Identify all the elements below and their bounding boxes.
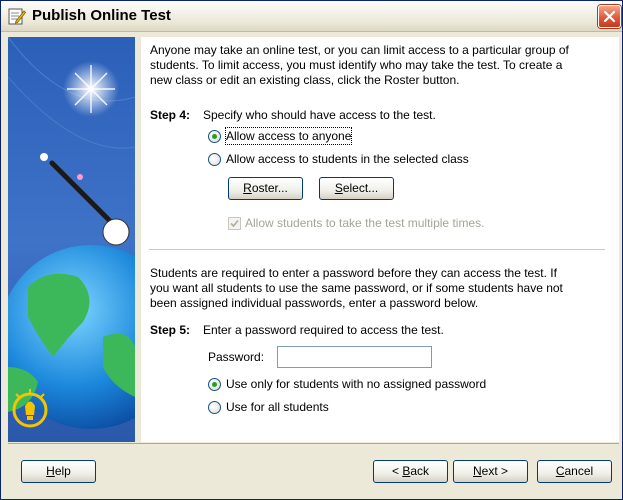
- help-label: elp: [54, 464, 71, 478]
- cancel-label: ancel: [564, 464, 594, 478]
- all-students-label[interactable]: Use for all students: [226, 399, 329, 415]
- intro-line-2: students. To limit access, you must iden…: [150, 58, 563, 72]
- window-title: Publish Online Test: [32, 7, 171, 24]
- allow-class-label[interactable]: Allow access to students in the selected…: [226, 151, 469, 167]
- password-intro-line-2: you want all students to use the same pa…: [150, 281, 563, 295]
- title-bar[interactable]: Publish Online Test: [1, 1, 622, 32]
- allow-anyone-label[interactable]: Allow access to anyone: [224, 127, 353, 145]
- all-students-radio[interactable]: [208, 401, 221, 414]
- no-assigned-password-label[interactable]: Use only for students with no assigned p…: [226, 376, 486, 392]
- cancel-button[interactable]: Cancel: [537, 460, 612, 483]
- intro-line-3: new class or edit an existing class, cli…: [150, 73, 460, 87]
- close-button[interactable]: [598, 5, 621, 28]
- select-hotkey: S: [334, 181, 343, 195]
- next-button[interactable]: Next >: [453, 460, 528, 483]
- step4-label: Step 4:: [150, 108, 191, 122]
- section-divider: [149, 249, 605, 250]
- step4-text: Specify who should have access to the te…: [203, 108, 436, 122]
- intro-line-1: Anyone may take an online test, or you c…: [150, 43, 569, 57]
- next-label: ext >: [481, 464, 509, 478]
- footer-separator: [8, 443, 619, 444]
- multiple-times-label: Allow students to take the test multiple…: [245, 216, 485, 230]
- multiple-times-checkbox[interactable]: [228, 217, 241, 230]
- publish-online-test-dialog: Publish Online Test Anyone may take an o…: [0, 0, 623, 500]
- help-button[interactable]: Help: [21, 460, 96, 483]
- password-intro-line-1: Students are required to enter a passwor…: [150, 266, 557, 280]
- password-field[interactable]: [277, 346, 432, 368]
- password-intro-line-3: been assigned individual passwords, ente…: [150, 296, 479, 310]
- step5-text: Enter a password required to access the …: [203, 323, 444, 337]
- checkmark-icon: [230, 219, 239, 228]
- no-assigned-password-radio[interactable]: [208, 378, 221, 391]
- edit-document-icon: [8, 7, 27, 25]
- back-prefix: <: [391, 464, 403, 478]
- help-hotkey: H: [46, 464, 55, 478]
- roster-hotkey: R: [243, 181, 252, 195]
- select-label: elect...: [342, 181, 379, 195]
- password-label: Password:: [208, 350, 265, 364]
- close-icon: [603, 10, 616, 23]
- allow-anyone-radio[interactable]: [208, 130, 221, 143]
- back-button[interactable]: < Back: [373, 460, 448, 483]
- next-hotkey: N: [472, 464, 482, 478]
- allow-class-radio[interactable]: [208, 153, 221, 166]
- wizard-side-image: [8, 37, 135, 442]
- back-label: ack: [410, 464, 430, 478]
- roster-label: oster...: [251, 181, 288, 195]
- roster-button[interactable]: Roster...: [228, 177, 303, 200]
- select-button[interactable]: Select...: [319, 177, 394, 200]
- step5-label: Step 5:: [150, 323, 191, 337]
